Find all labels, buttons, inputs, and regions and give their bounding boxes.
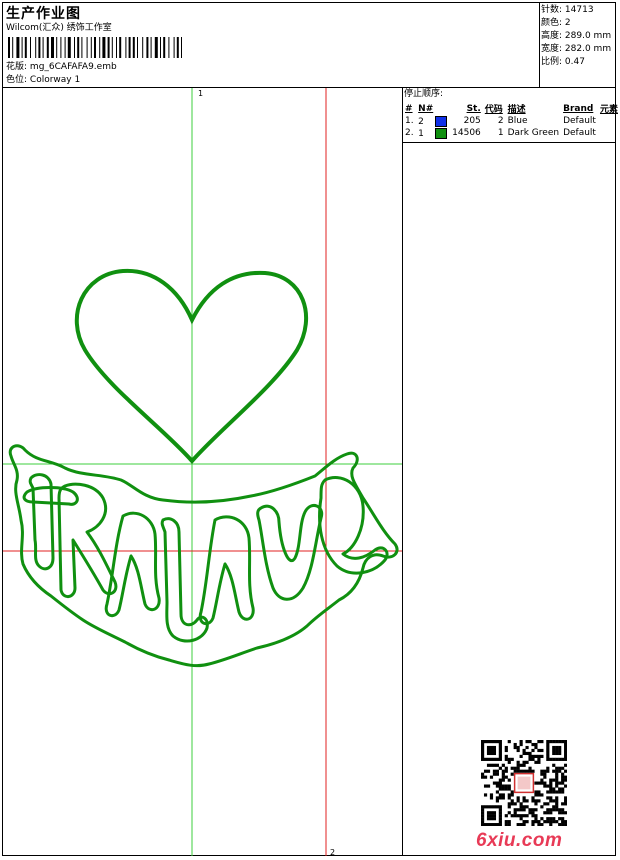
colorway-label: 色位:: [6, 75, 28, 85]
colorway-value: Colorway 1: [29, 75, 81, 85]
color-swatch: [434, 115, 447, 127]
design-file-name: mg_6CAFAFA9.emb: [29, 62, 117, 72]
bone-lettering: [8, 444, 399, 668]
stats-panel: 针数: 14713 颜色: 2 高度: 289.0 mm 宽度: 282.0 m…: [541, 5, 611, 70]
stop-table-divider: [402, 142, 616, 143]
design-file-label: 花版:: [6, 62, 28, 72]
colorway-row: 色位: Colorway 1: [6, 75, 80, 86]
page-title: 生产作业图: [6, 6, 81, 22]
watermark-logo: 6xiu.com: [476, 830, 563, 851]
table-header-row: # N# St. 代码 描述 Brand 元素: [405, 103, 618, 116]
qr-code: [481, 740, 567, 826]
table-row: 2. 1 14506 1 Dark Green Default: [405, 127, 596, 139]
stat-scale: 比例: 0.47: [541, 57, 585, 67]
stop-sequence-title: 停止顺序:: [404, 89, 444, 99]
design-file-row: 花版: mg_6CAFAFA9.emb: [6, 62, 117, 73]
marker-start: 1: [198, 89, 203, 98]
design-canvas: 1 2: [3, 88, 402, 856]
stat-height: 高度: 289.0 mm: [541, 31, 612, 41]
table-row: 1. 2 205 2 Blue Default: [405, 115, 596, 127]
stop-sequence-table: # N# St. 代码 描述 Brand 元素 1. 2 205 2 Blue …: [403, 102, 620, 139]
panel-divider: [402, 88, 403, 856]
stat-width: 宽度: 282.0 mm: [541, 44, 612, 54]
heart-outline: [74, 268, 308, 465]
marker-end: 2: [330, 848, 335, 856]
stats-divider: [539, 2, 540, 88]
color-swatch: [434, 127, 447, 139]
stat-colors: 颜色: 2: [541, 18, 571, 28]
studio-subtitle: Wilcom(汇众) 绣饰工作室: [6, 23, 112, 33]
barcode: [8, 37, 182, 58]
stat-stitches: 针数: 14713: [541, 5, 594, 15]
